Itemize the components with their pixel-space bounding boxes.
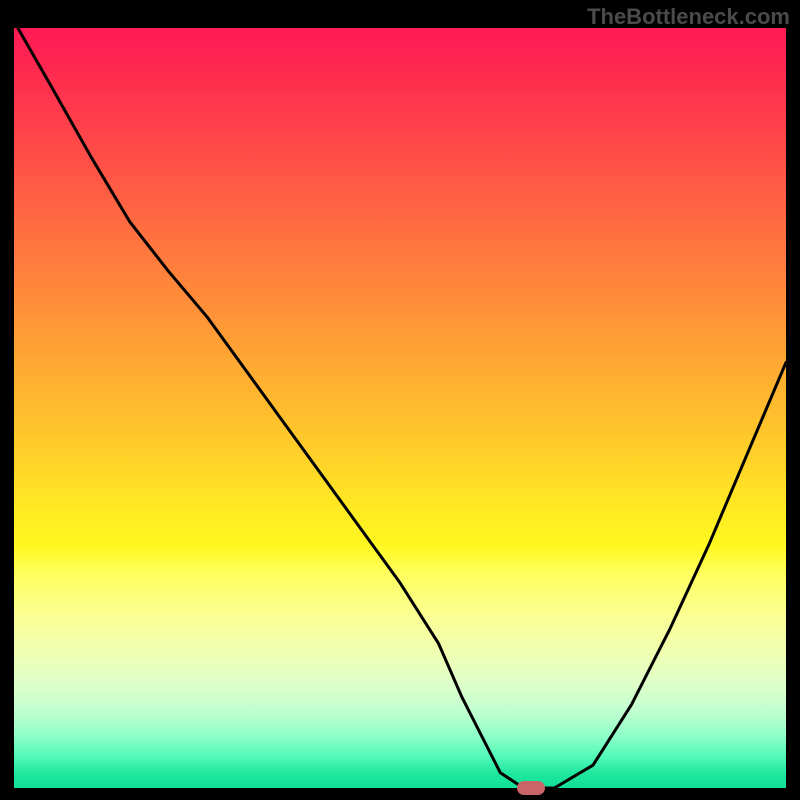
optimal-marker — [517, 781, 545, 795]
chart-container: TheBottleneck.com — [0, 0, 800, 800]
plot-area — [14, 28, 786, 788]
watermark-label: TheBottleneck.com — [587, 4, 790, 30]
bottleneck-curve — [14, 28, 786, 788]
